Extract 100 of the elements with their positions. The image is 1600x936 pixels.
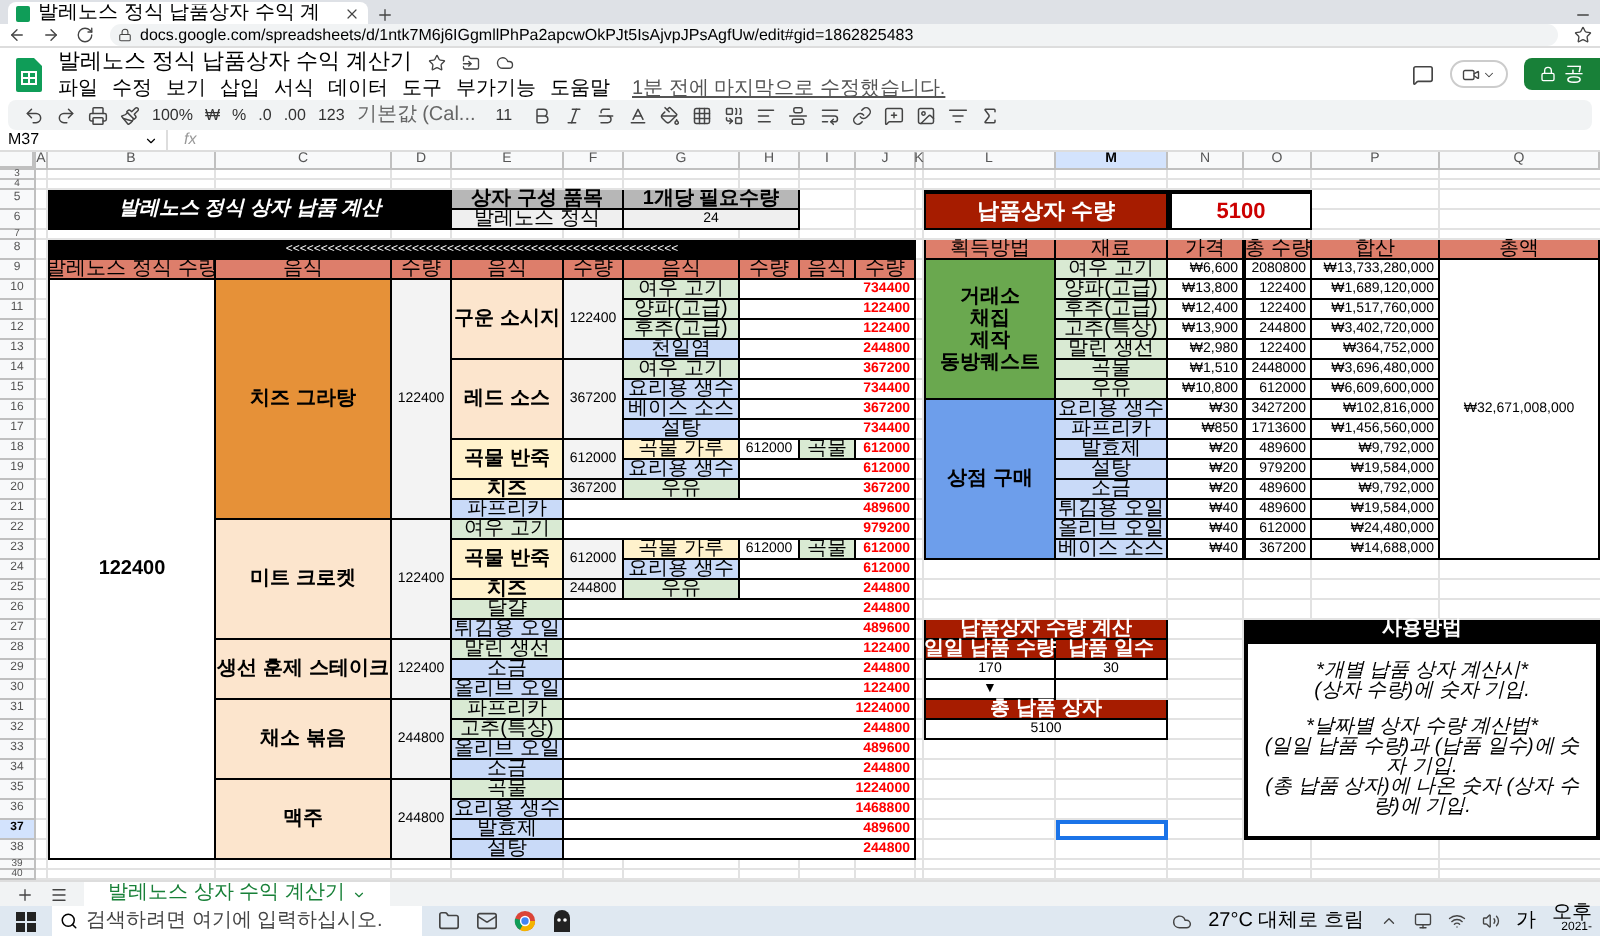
functions-icon[interactable] xyxy=(980,105,1001,125)
fill-color-icon[interactable] xyxy=(660,105,681,125)
new-tab-icon[interactable] xyxy=(376,6,394,24)
decrease-decimal-button[interactable]: .0 xyxy=(258,103,272,127)
chevron-up-icon[interactable] xyxy=(1380,912,1398,930)
document-title[interactable]: 발레노스 정식 납품상자 수익 계산기 xyxy=(58,49,413,75)
reload-icon[interactable] xyxy=(76,26,94,44)
network-icon[interactable] xyxy=(1448,912,1466,930)
percent-button[interactable]: % xyxy=(232,103,247,127)
redo-icon[interactable] xyxy=(56,105,76,125)
folder-icon[interactable] xyxy=(438,910,460,932)
url-text: docs.google.com/spreadsheets/d/1ntk7M6j6IGgmllPhPa2apcwOkPJt5IsAjvpJPsAgfUw/edit#gid=1862825483 xyxy=(140,27,914,43)
link-icon[interactable] xyxy=(852,105,873,125)
undo-icon[interactable] xyxy=(24,105,44,125)
paint-format-icon[interactable] xyxy=(120,105,140,125)
search-field[interactable]: 검색하려면 여기에 입력하십시오. xyxy=(52,906,422,936)
browser-icon[interactable] xyxy=(514,910,536,932)
strikethrough-icon[interactable] xyxy=(596,105,617,125)
weather-icon xyxy=(1172,911,1193,931)
menu-item[interactable]: 파일 xyxy=(58,77,98,99)
ingredient-cell: 요리용 생수 xyxy=(624,460,740,480)
dish-cell: 맥주 xyxy=(216,780,392,860)
filter-icon[interactable] xyxy=(948,105,969,125)
material-cell: 요리용 생수 xyxy=(1056,400,1168,420)
currency-button[interactable]: ₩ xyxy=(204,103,221,127)
ingredient-cell: 구운 소시지 xyxy=(452,280,564,360)
star-icon[interactable] xyxy=(428,53,447,71)
menu-item[interactable]: 삽입 xyxy=(220,77,260,99)
ingredient-cell: 레드 소스 xyxy=(452,360,564,440)
material-cell: 올리브 오일 xyxy=(1056,520,1168,540)
italic-icon[interactable] xyxy=(564,105,585,125)
menu-item[interactable]: 서식 xyxy=(274,77,314,99)
column-heading: 수량 xyxy=(740,260,800,280)
weather-text[interactable]: 27°C 대체로 흐림 xyxy=(1208,911,1364,931)
align-left-icon[interactable] xyxy=(756,105,777,125)
column-heading: 합산 xyxy=(1312,240,1440,260)
sheet-tab[interactable]: 발레노스 상자 수익 계산기 xyxy=(84,882,391,906)
ingredient-cell: 소금 xyxy=(452,660,564,680)
address-bar[interactable]: docs.google.com/spreadsheets/d/1ntk7M6j6IGgmllPhPa2apcwOkPJt5IsAjvpJPsAgfUw/edit#gid=1862825483 xyxy=(110,24,1558,46)
bold-icon[interactable] xyxy=(532,105,553,125)
search-icon xyxy=(60,912,78,930)
merge-icon[interactable] xyxy=(724,105,745,125)
box-count-value: 5100 xyxy=(1168,190,1312,230)
volume-icon[interactable] xyxy=(1482,912,1500,930)
share-button[interactable]: 공 xyxy=(1524,58,1600,90)
text-color-icon[interactable] xyxy=(628,105,649,125)
last-edit-link[interactable]: 1분 전에 마지막으로 수정했습니다. xyxy=(632,77,946,99)
app-icon[interactable] xyxy=(552,910,572,932)
caret-icon xyxy=(1482,67,1496,81)
back-icon[interactable] xyxy=(8,26,26,44)
ingredient-cell: 요리용 생수 xyxy=(452,800,564,820)
print-icon[interactable] xyxy=(88,105,108,125)
comment-icon[interactable] xyxy=(1412,63,1434,85)
font-select[interactable]: 기본값 (Cal... xyxy=(356,105,476,125)
acquisition-cell: 상점 구매 xyxy=(924,400,1056,560)
column-heading: 1개당 필요수량 xyxy=(624,190,800,210)
vertical-align-icon[interactable] xyxy=(788,105,809,125)
forward-icon[interactable] xyxy=(42,26,60,44)
wrap-icon[interactable] xyxy=(820,105,841,125)
lock-icon xyxy=(1540,66,1556,82)
dish-cell: 치즈 그라탕 xyxy=(216,280,392,520)
menu-item[interactable]: 도움말 xyxy=(550,77,610,99)
ingredient-cell: 곡물 xyxy=(800,440,856,460)
zoom-select[interactable]: 100% xyxy=(152,103,193,127)
folder-icon[interactable] xyxy=(462,53,481,71)
column-heading: 음식 xyxy=(216,260,392,280)
windows-logo[interactable] xyxy=(16,911,36,931)
menu-item[interactable]: 데이터 xyxy=(328,77,388,99)
acquisition-cell: 거래소 채집 제작 동방퀘스트 xyxy=(924,260,1056,400)
add-comment-icon[interactable] xyxy=(884,105,905,125)
column-heading: 수량 xyxy=(856,260,916,280)
material-cell: 말린 생선 xyxy=(1056,340,1168,360)
cloud-icon[interactable] xyxy=(496,53,515,71)
increase-decimal-button[interactable]: .00 xyxy=(283,103,306,127)
format-select[interactable]: 123 xyxy=(317,103,345,127)
material-cell: 여우 고기 xyxy=(1056,260,1168,280)
menu-item[interactable]: 보기 xyxy=(166,77,206,99)
meet-button[interactable] xyxy=(1450,60,1508,88)
ingredient-cell: 달걀 xyxy=(452,600,564,620)
ingredient-cell: 치즈 xyxy=(452,480,564,500)
close-icon[interactable] xyxy=(344,5,360,21)
column-heading: 수량 xyxy=(564,260,624,280)
selected-cell[interactable] xyxy=(1056,820,1168,840)
input-method[interactable]: 가 xyxy=(1516,911,1536,931)
mail-icon[interactable] xyxy=(476,910,498,932)
sheets-logo[interactable] xyxy=(16,57,42,91)
total-quantity-cell: 122400 xyxy=(48,280,216,860)
ingredient-cell: 올리브 오일 xyxy=(452,680,564,700)
menu-item[interactable]: 수정 xyxy=(112,77,152,99)
caret-icon xyxy=(144,133,158,147)
name-box[interactable]: M37 xyxy=(0,130,168,150)
font-size-select[interactable]: 11 xyxy=(487,103,521,127)
caret-icon xyxy=(352,887,367,901)
display-icon[interactable] xyxy=(1414,912,1432,930)
add-sheet-icon[interactable] xyxy=(16,885,34,903)
bookmark-star-icon[interactable] xyxy=(1574,26,1592,44)
borders-icon[interactable] xyxy=(692,105,713,125)
menu-item[interactable]: 도구 xyxy=(402,77,442,99)
menu-item[interactable]: 부가기능 xyxy=(456,77,536,99)
all-sheets-icon[interactable] xyxy=(50,885,68,903)
